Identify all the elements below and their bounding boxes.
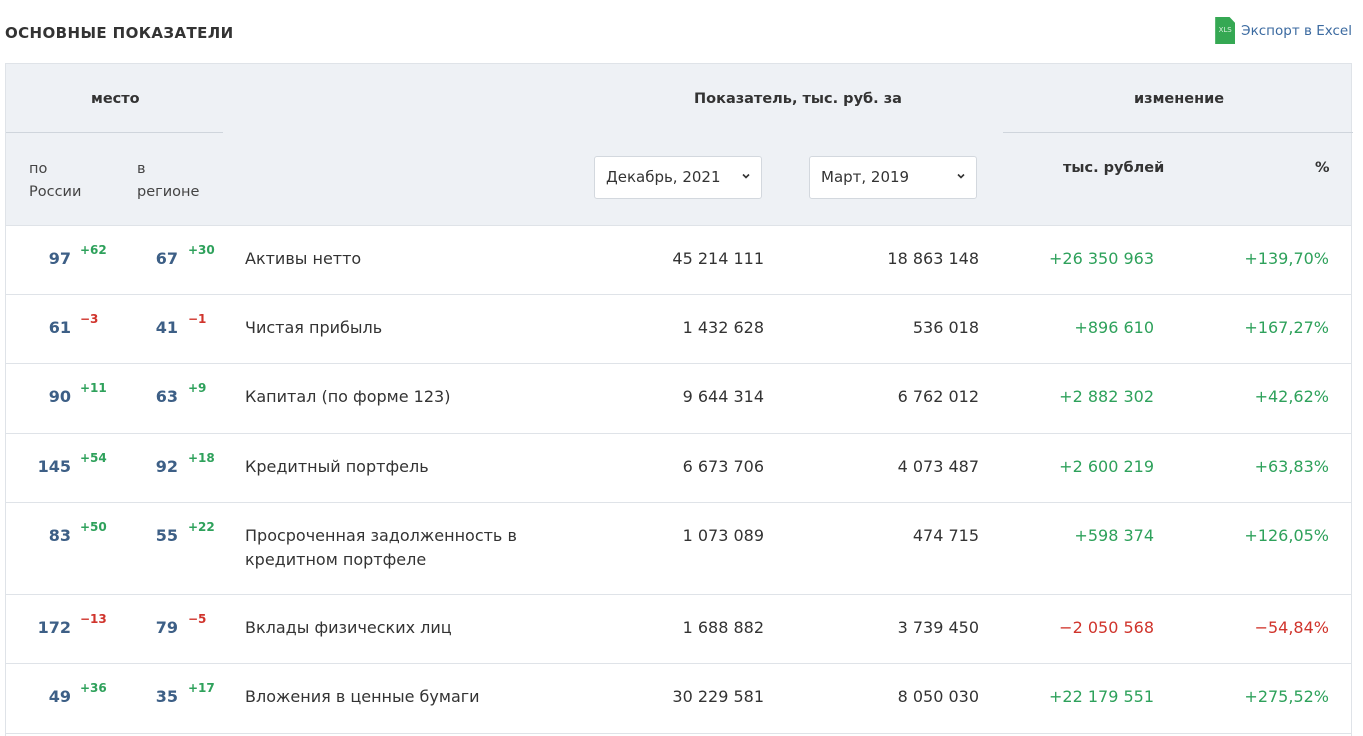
change-percent: +63,83%	[1254, 457, 1329, 476]
change-percent: +42,62%	[1254, 387, 1329, 406]
header-divider	[6, 132, 223, 133]
change-percent: +126,05%	[1244, 526, 1329, 545]
period1-select[interactable]: Декабрь, 2021	[594, 156, 762, 199]
rank-russia: 61	[48, 318, 71, 337]
table-row: 172 −13 79 −5 Вклады физических лиц 1 68…	[6, 595, 1351, 664]
xls-file-icon: XLS	[1215, 17, 1236, 44]
change-absolute: +26 350 963	[1048, 249, 1154, 268]
value-period2: 18 863 148	[887, 249, 979, 268]
value-period2: 536 018	[912, 318, 979, 337]
rank-region: 92	[155, 457, 178, 476]
change-absolute: −2 050 568	[1059, 618, 1154, 637]
value-period1: 1 432 628	[682, 318, 764, 337]
change-absolute: +22 179 551	[1048, 687, 1154, 706]
change-percent: +275,52%	[1244, 687, 1329, 706]
value-period1: 1 688 882	[682, 618, 764, 637]
change-percent: −54,84%	[1254, 618, 1329, 637]
rank-russia-delta: +54	[80, 451, 107, 465]
value-period2: 4 073 487	[897, 457, 979, 476]
rank-russia: 83	[48, 526, 71, 545]
period2-select[interactable]: Март, 2019	[809, 156, 977, 199]
rank-russia-delta: −13	[80, 612, 107, 626]
value-period2: 8 050 030	[897, 687, 979, 706]
rank-region: 41	[155, 318, 178, 337]
rank-russia: 90	[48, 387, 71, 406]
value-period1: 45 214 111	[672, 249, 764, 268]
value-period1: 9 644 314	[682, 387, 764, 406]
rank-region-header: в регионе	[137, 161, 200, 200]
change-absolute: +2 600 219	[1059, 457, 1154, 476]
indicator-name: Чистая прибыль	[245, 318, 383, 337]
change-percent: +139,70%	[1244, 249, 1329, 268]
place-header: место	[91, 91, 140, 107]
period2-value: Март, 2019	[821, 168, 910, 186]
chevron-down-icon	[742, 173, 750, 179]
rank-russia-delta: +36	[80, 681, 107, 695]
table-header: место Показатель, тыс. руб. за изменение…	[6, 64, 1353, 226]
indicator-name: Активы нетто	[245, 249, 362, 268]
rank-russia-delta: +62	[80, 243, 107, 257]
indicator-name: Кредитный портфель	[245, 457, 429, 476]
change-absolute: +896 610	[1074, 318, 1154, 337]
table-row: 49 +36 35 +17 Вложения в ценные бумаги 3…	[6, 664, 1351, 734]
table-row: 83 +50 55 +22 Просроченная задолженность…	[6, 503, 1351, 595]
page-title: ОСНОВНЫЕ ПОКАЗАТЕЛИ	[5, 24, 234, 42]
rank-region: 67	[155, 249, 178, 268]
indicators-table: место Показатель, тыс. руб. за изменение…	[5, 63, 1353, 736]
change-header: изменение	[1134, 91, 1225, 107]
rank-region-delta: +30	[188, 243, 215, 257]
rank-russia: 172	[37, 618, 71, 637]
rank-region-delta: +9	[188, 381, 207, 395]
rank-region: 35	[155, 687, 178, 706]
rank-russia-header: по России	[29, 161, 82, 200]
rank-russia-delta: +11	[80, 381, 107, 395]
rank-region-delta: −5	[188, 612, 207, 626]
table-row: 61 −3 41 −1 Чистая прибыль 1 432 628 536…	[6, 295, 1351, 364]
rank-region: 63	[155, 387, 178, 406]
value-period2: 3 739 450	[897, 618, 979, 637]
change-absolute: +2 882 302	[1059, 387, 1154, 406]
indicator-header: Показатель, тыс. руб. за	[694, 91, 902, 107]
rank-region: 79	[155, 618, 178, 637]
rank-russia: 145	[37, 457, 71, 476]
rank-region: 55	[155, 526, 178, 545]
period1-value: Декабрь, 2021	[606, 168, 721, 186]
rank-region-delta: +17	[188, 681, 215, 695]
rank-russia: 49	[48, 687, 71, 706]
table-row: 90 +11 63 +9 Капитал (по форме 123) 9 64…	[6, 364, 1351, 434]
value-period1: 30 229 581	[672, 687, 764, 706]
rank-russia-delta: +50	[80, 520, 107, 534]
change-percent: +167,27%	[1244, 318, 1329, 337]
change-pct-header: %	[1315, 160, 1330, 176]
rank-region-delta: +18	[188, 451, 215, 465]
xls-icon-text: XLS	[1218, 26, 1232, 34]
export-excel-link[interactable]: XLS Экспорт в Excel	[1215, 17, 1352, 44]
rank-region-delta: +22	[188, 520, 215, 534]
export-excel-label: Экспорт в Excel	[1241, 22, 1352, 39]
rank-russia-delta: −3	[80, 312, 99, 326]
indicator-name: Капитал (по форме 123)	[245, 387, 451, 406]
header-divider	[1003, 132, 1353, 133]
change-absolute: +598 374	[1074, 526, 1154, 545]
indicator-name: Вложения в ценные бумаги	[245, 687, 480, 706]
value-period2: 6 762 012	[897, 387, 979, 406]
table-row: 145 +54 92 +18 Кредитный портфель 6 673 …	[6, 434, 1351, 503]
indicator-name: Просроченная задолженность в кредитном п…	[245, 526, 517, 569]
table-row: 97 +62 67 +30 Активы нетто 45 214 111 18…	[6, 226, 1351, 295]
change-abs-header: тыс. рублей	[1063, 160, 1165, 176]
rank-russia: 97	[48, 249, 71, 268]
indicator-name: Вклады физических лиц	[245, 618, 452, 637]
value-period1: 6 673 706	[682, 457, 764, 476]
rank-region-delta: −1	[188, 312, 207, 326]
value-period2: 474 715	[912, 526, 979, 545]
value-period1: 1 073 089	[682, 526, 764, 545]
chevron-down-icon	[957, 173, 965, 179]
